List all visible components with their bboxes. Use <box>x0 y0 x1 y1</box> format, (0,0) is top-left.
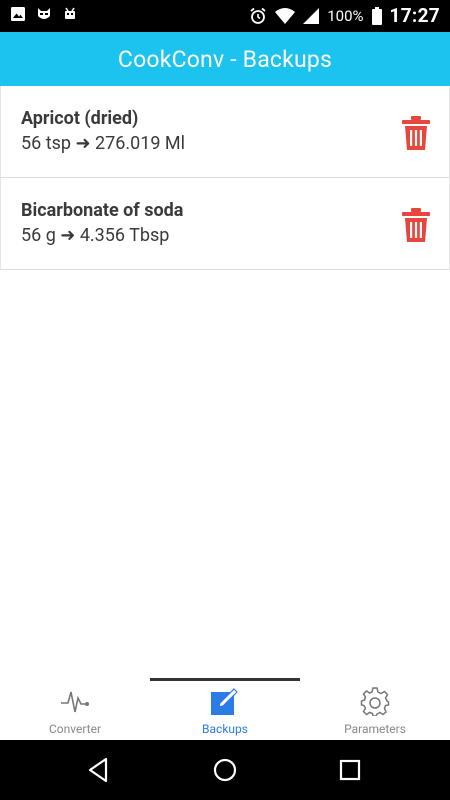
battery-icon <box>371 6 382 25</box>
backup-conversion: 56 g ➜ 4.356 Tbsp <box>21 225 170 246</box>
bottom-tab-bar: Converter Backups Parameters <box>0 678 450 740</box>
signal-icon <box>303 7 320 24</box>
notification-icons <box>10 6 78 22</box>
battery-percent: 100% <box>327 6 364 25</box>
back-button[interactable] <box>84 754 116 786</box>
android-icon <box>65 7 75 19</box>
recents-button[interactable] <box>334 754 366 786</box>
tab-converter[interactable]: Converter <box>0 678 150 740</box>
tab-backups[interactable]: Backups <box>150 678 300 740</box>
image-icon <box>11 7 25 21</box>
app-bar: CookConv - Backups <box>0 32 450 86</box>
tab-label: Parameters <box>344 722 406 736</box>
edit-icon <box>211 688 238 715</box>
cat-mask-icon <box>38 8 50 19</box>
list-item[interactable]: Bicarbonate of soda 56 g ➜ 4.356 Tbsp <box>0 178 450 270</box>
tab-label: Backups <box>202 722 248 736</box>
system-nav-bar <box>0 740 450 800</box>
delete-trash-icon[interactable] <box>401 116 431 150</box>
status-bar: 100% 17:27 <box>0 0 450 32</box>
alarm-icon <box>250 7 266 24</box>
delete-trash-icon[interactable] <box>401 208 431 242</box>
system-icons: 100% 17:27 <box>249 4 440 27</box>
backup-name: Bicarbonate of soda <box>21 200 184 221</box>
pulse-icon <box>61 691 89 713</box>
home-button[interactable] <box>209 754 241 786</box>
tab-parameters[interactable]: Parameters <box>300 678 450 740</box>
clock: 17:27 <box>389 4 440 27</box>
list-item[interactable]: Apricot (dried) 56 tsp ➜ 276.019 Ml <box>0 86 450 178</box>
wifi-icon <box>275 7 296 24</box>
backup-list: Apricot (dried) 56 tsp ➜ 276.019 Ml Bica… <box>0 86 450 270</box>
backup-name: Apricot (dried) <box>21 108 139 129</box>
tab-label: Converter <box>48 722 102 736</box>
page-title: CookConv - Backups <box>117 45 333 73</box>
gear-icon <box>360 687 390 716</box>
backup-conversion: 56 tsp ➜ 276.019 Ml <box>21 133 185 154</box>
